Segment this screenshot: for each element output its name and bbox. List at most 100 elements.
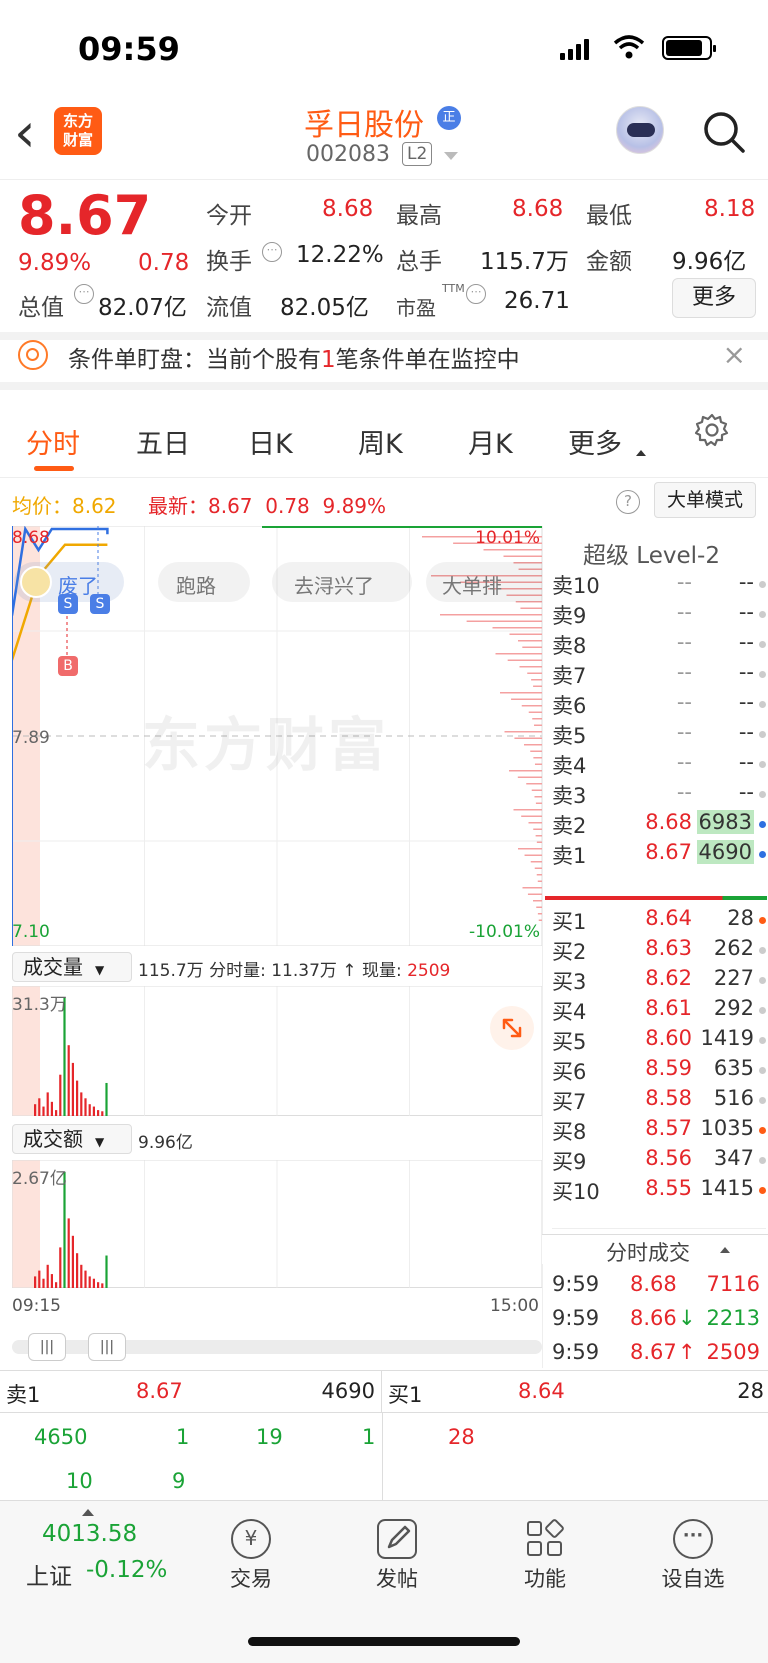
ask-price: --	[676, 600, 692, 624]
mcap-info-icon[interactable]: ⋯	[74, 284, 94, 304]
notice-close-icon[interactable]: ×	[723, 338, 746, 371]
depth-bar	[514, 737, 542, 739]
bid-row[interactable]: 买8 8.57 1035	[552, 1116, 766, 1146]
bid-price: 8.64	[645, 906, 692, 930]
grid-icon	[525, 1517, 566, 1559]
stock-header: ‹ 东方 财富 孚日股份 正 002083 L2	[0, 100, 768, 180]
app-logo[interactable]: 东方 财富	[54, 107, 102, 155]
x-start-label: 09:15	[12, 1296, 61, 1316]
search-icon[interactable]	[702, 110, 746, 154]
bid-row[interactable]: 买6 8.59 635	[552, 1056, 766, 1086]
ask-row[interactable]: 卖4 -- --	[552, 750, 766, 780]
bid-dot	[759, 1157, 766, 1164]
depth-bar	[534, 763, 542, 765]
queue-sell-price: 8.67	[136, 1379, 183, 1403]
info-dots-icon[interactable]: ⋯	[262, 242, 282, 262]
depth-bar	[528, 822, 542, 824]
dropdown-triangle-icon[interactable]	[444, 152, 458, 160]
sell-marker-1[interactable]: S	[58, 594, 78, 614]
chart-range-slider[interactable]: ||| |||	[12, 1333, 542, 1361]
volume-bar	[55, 1110, 58, 1116]
ask-row[interactable]: 卖6 -- --	[552, 690, 766, 720]
volume-header: 成交量 ▼ 115.7万 分时量: 11.37万 ↑ 现量: 2509	[12, 950, 542, 984]
bid-row[interactable]: 买1 8.64 28	[552, 906, 766, 936]
ask-dot	[759, 761, 766, 768]
ask-row[interactable]: 卖1 8.67 4690	[552, 840, 766, 870]
index-pct: -0.12%	[86, 1557, 168, 1583]
sell-marker-2[interactable]: S	[90, 594, 110, 614]
turnover-label: 换手	[206, 249, 252, 275]
depth-bar	[531, 679, 542, 681]
bid-row[interactable]: 买9 8.56 347	[552, 1146, 766, 1176]
tab-week-k[interactable]: 周K	[358, 422, 403, 461]
ask-level: 卖1	[552, 844, 587, 868]
float-label: 流值	[206, 295, 252, 321]
buy-marker[interactable]: B	[58, 656, 78, 676]
bid-row[interactable]: 买3 8.62 227	[552, 966, 766, 996]
volume-selector[interactable]: 成交量 ▼	[12, 952, 132, 982]
tab-intraday[interactable]: 分时	[26, 422, 80, 461]
volume-bar	[55, 1282, 58, 1288]
latest-price: 最新：8.67 0.78 9.89%	[148, 494, 387, 518]
stock-name[interactable]: 孚日股份	[304, 100, 424, 144]
stock-code: 002083	[306, 142, 390, 167]
expand-icon[interactable]	[490, 1006, 534, 1050]
volume-chart[interactable]: 31.3万	[11, 985, 543, 1117]
bid-row[interactable]: 买7 8.58 516	[552, 1086, 766, 1116]
bid-row[interactable]: 买10 8.55 1415	[552, 1176, 766, 1206]
nav-functions[interactable]: 功能	[470, 1517, 620, 1593]
tab-day-k[interactable]: 日K	[248, 422, 293, 461]
volume-bar	[101, 1283, 104, 1288]
volume-bar	[84, 1270, 87, 1288]
volume-bar	[34, 1104, 37, 1116]
tab-five-day[interactable]: 五日	[136, 422, 190, 461]
slider-handle-right[interactable]: |||	[88, 1333, 126, 1361]
back-button[interactable]: ‹	[14, 106, 36, 160]
bid-row[interactable]: 买4 8.61 292	[552, 996, 766, 1026]
bid-row[interactable]: 买5 8.60 1419	[552, 1026, 766, 1056]
bid-volume: 635	[713, 1056, 754, 1080]
edit-icon	[377, 1519, 417, 1559]
bullet-comment-4[interactable]: 大单排	[426, 562, 542, 602]
ask-row[interactable]: 卖5 -- --	[552, 720, 766, 750]
nav-trade[interactable]: ¥ 交易	[176, 1519, 326, 1593]
slider-handle-left[interactable]: |||	[28, 1333, 66, 1361]
ask-row[interactable]: 卖9 -- --	[552, 600, 766, 630]
pe-info-icon[interactable]: ⋯	[466, 284, 486, 304]
ask-row[interactable]: 卖2 8.68 6983	[552, 810, 766, 840]
depth-bar	[519, 666, 542, 668]
bid-row[interactable]: 买2 8.63 262	[552, 936, 766, 966]
bullet-comment-2[interactable]: 跑路	[158, 562, 250, 602]
tab-more[interactable]: 更多	[568, 422, 622, 461]
ask-price: 8.67	[645, 840, 692, 864]
amount-selector[interactable]: 成交额 ▼	[12, 1124, 132, 1154]
condition-order-notice[interactable]: 条件单盯盘：当前个股有1笔条件单在监控中 ×	[0, 338, 768, 390]
nav-post[interactable]: 发帖	[322, 1519, 472, 1593]
help-icon[interactable]: ?	[616, 490, 640, 514]
nav-add-watchlist[interactable]: ··· 设自选	[618, 1519, 768, 1593]
volume-bar	[80, 1092, 83, 1116]
intraday-chart[interactable]: 8.68 7.89 7.10 10.01% -10.01% 东方财富 废了 跑路…	[10, 525, 543, 947]
ask-row[interactable]: 卖7 -- --	[552, 660, 766, 690]
ask-row[interactable]: 卖10 -- --	[552, 570, 766, 600]
big-order-mode-button[interactable]: 大单模式	[654, 482, 756, 518]
index-ticker[interactable]: 4013.58 上证 -0.12%	[10, 1501, 180, 1601]
ask-row[interactable]: 卖8 -- --	[552, 630, 766, 660]
bid-price: 8.57	[645, 1116, 692, 1140]
queue-buy-price: 8.64	[518, 1379, 565, 1403]
ask-dot	[759, 821, 766, 828]
amount-chart[interactable]: 2.67亿	[11, 1159, 543, 1289]
depth-bar	[466, 620, 542, 622]
trades-header[interactable]: 分时成交	[542, 1234, 768, 1265]
tab-month-k[interactable]: 月K	[468, 422, 513, 461]
robot-avatar-icon[interactable]	[616, 106, 664, 154]
more-button[interactable]: 更多	[672, 278, 756, 318]
volume-bar	[38, 1270, 41, 1288]
bullet-comment-3[interactable]: 去浔兴了	[272, 562, 412, 602]
settings-gear-icon[interactable]	[694, 412, 730, 448]
ask-row[interactable]: 卖3 -- --	[552, 780, 766, 810]
level2-title[interactable]: 超级 Level-2	[583, 536, 720, 570]
bid-dot	[759, 1187, 766, 1194]
depth-bar	[526, 783, 542, 785]
volume-bar	[67, 1218, 70, 1288]
